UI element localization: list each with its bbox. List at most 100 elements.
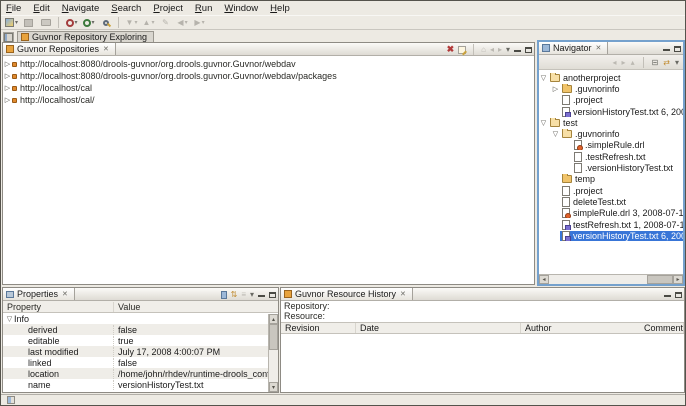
property-row[interactable]: last modified July 17, 2008 4:00:07 PM xyxy=(3,346,268,357)
forward-icon[interactable]: ▸ xyxy=(622,58,626,67)
navigator-tree-item[interactable]: .guvnorinfo xyxy=(539,128,683,139)
repository-tree-item[interactable]: http://localhost/cal/ xyxy=(3,94,534,106)
navigator-tree-item[interactable]: deleteTest.txt xyxy=(539,196,683,207)
navigator-tree-item[interactable]: .simpleRule.drl xyxy=(539,140,683,151)
menu-item[interactable]: Window xyxy=(224,3,258,14)
up-icon[interactable]: ▴ xyxy=(631,58,635,67)
history-column-header[interactable]: Comment xyxy=(640,323,684,333)
expand-arrow-icon[interactable] xyxy=(3,84,12,92)
back-icon[interactable]: ◂ xyxy=(490,45,494,54)
back-button[interactable]: ◀▾ xyxy=(175,16,190,29)
collapse-all-icon[interactable]: ⊟ xyxy=(652,58,659,67)
minimize-icon[interactable] xyxy=(514,47,521,52)
filter-icon[interactable]: ≡ xyxy=(241,290,246,299)
dropdown-arrow-icon[interactable]: ▾ xyxy=(92,19,95,26)
navigator-tree-item[interactable]: versionHistoryTest.txt 6, 2008-07-17T11:… xyxy=(539,106,683,117)
maximize-icon[interactable] xyxy=(269,292,276,298)
menu-item[interactable]: Navigate xyxy=(62,3,100,14)
property-row[interactable]: editable true xyxy=(3,335,268,346)
expand-arrow-icon[interactable] xyxy=(551,85,560,93)
navigator-tree-item[interactable]: temp xyxy=(539,174,683,185)
menu-item[interactable]: Edit xyxy=(33,3,49,14)
navigator-tree-item[interactable]: .project xyxy=(539,185,683,196)
expand-arrow-icon[interactable] xyxy=(3,72,12,80)
scroll-down-icon[interactable]: ▾ xyxy=(269,382,278,392)
save-button[interactable] xyxy=(21,16,36,29)
scroll-left-icon[interactable]: ◂ xyxy=(539,275,549,284)
history-column-header[interactable]: Revision xyxy=(281,323,356,333)
column-header-value[interactable]: Value xyxy=(113,302,278,312)
minimize-icon[interactable] xyxy=(663,46,670,51)
debug-button[interactable]: ▾ xyxy=(64,16,79,29)
last-edit-location-button[interactable]: ✎ xyxy=(158,16,173,29)
expand-arrow-icon[interactable] xyxy=(551,130,560,138)
home-icon[interactable] xyxy=(481,45,486,54)
repository-tree-item[interactable]: http://localhost:8080/drools-guvnor/org.… xyxy=(3,70,534,82)
repository-tree-item[interactable]: http://localhost:8080/drools-guvnor/org.… xyxy=(3,58,534,70)
property-row[interactable]: derived false xyxy=(3,324,268,335)
view-menu-icon[interactable]: ▾ xyxy=(506,45,510,54)
tab-navigator[interactable]: Navigator xyxy=(539,42,608,54)
view-menu-icon[interactable]: ▾ xyxy=(250,290,254,299)
expand-arrow-icon[interactable] xyxy=(539,119,548,127)
repository-tree-item[interactable]: http://localhost/cal xyxy=(3,82,534,94)
forward-icon[interactable]: ▸ xyxy=(498,45,502,54)
property-row[interactable]: name versionHistoryTest.txt xyxy=(3,379,268,390)
maximize-icon[interactable] xyxy=(674,46,681,52)
property-row[interactable]: location /home/john/rhdev/runtime-drools… xyxy=(3,368,268,379)
navigator-tree-item[interactable]: .project xyxy=(539,95,683,106)
maximize-icon[interactable] xyxy=(675,292,682,298)
menu-item[interactable]: Help xyxy=(270,3,290,14)
navigator-tree-item[interactable]: .testRefresh.txt xyxy=(539,151,683,162)
close-icon[interactable] xyxy=(596,44,602,52)
navigator-tree-item[interactable]: .guvnorinfo xyxy=(539,83,683,94)
scrollbar-thumb[interactable] xyxy=(269,324,278,350)
menu-item[interactable]: Search xyxy=(111,3,141,14)
close-icon[interactable] xyxy=(103,45,109,53)
menu-item[interactable]: Run xyxy=(195,3,212,14)
link-with-editor-icon[interactable]: ⇄ xyxy=(663,58,670,67)
scroll-up-icon[interactable]: ▴ xyxy=(269,314,278,324)
back-icon[interactable]: ◂ xyxy=(613,58,617,67)
open-perspective-button[interactable] xyxy=(3,32,14,43)
history-column-header[interactable]: Date xyxy=(356,323,521,333)
history-column-header[interactable]: Author xyxy=(521,323,640,333)
maximize-icon[interactable] xyxy=(525,47,532,53)
scrollbar-thumb[interactable] xyxy=(647,275,673,284)
close-icon[interactable] xyxy=(62,290,68,298)
close-icon[interactable] xyxy=(400,290,406,298)
tab-properties[interactable]: Properties xyxy=(3,288,75,300)
navigator-tree-item[interactable]: versionHistoryTest.txt 6, 2008-07-17T15 xyxy=(539,230,683,241)
minimize-icon[interactable] xyxy=(258,292,265,297)
navigator-tree-item[interactable]: test xyxy=(539,117,683,128)
dropdown-arrow-icon[interactable]: ▾ xyxy=(75,19,78,26)
property-row[interactable]: linked false xyxy=(3,357,268,368)
navigator-horizontal-scrollbar[interactable]: ◂ ▸ xyxy=(539,274,683,284)
view-menu-icon[interactable]: ▾ xyxy=(675,58,679,67)
menu-item[interactable]: Project xyxy=(153,3,183,14)
sort-icon[interactable]: ⇅ xyxy=(231,290,238,299)
property-row[interactable]: Info xyxy=(3,313,268,324)
print-button[interactable] xyxy=(38,16,53,29)
new-wizard-button[interactable]: ▾ xyxy=(4,16,19,29)
add-repository-icon[interactable] xyxy=(458,46,466,54)
navigator-tree-item[interactable]: simpleRule.drl 3, 2008-07-15T15:37:34 xyxy=(539,208,683,219)
properties-vertical-scrollbar[interactable]: ▴ ▾ xyxy=(268,314,278,392)
navigator-tree-item[interactable]: testRefresh.txt 1, 2008-07-16T15:15:21 xyxy=(539,219,683,230)
tab-guvnor-repositories[interactable]: Guvnor Repositories xyxy=(3,43,116,55)
navigator-tree-item[interactable]: anotherproject xyxy=(539,72,683,83)
expand-arrow-icon[interactable] xyxy=(3,60,12,68)
column-header-property[interactable]: Property xyxy=(3,302,113,312)
expand-arrow-icon[interactable] xyxy=(539,74,548,82)
tab-guvnor-resource-history[interactable]: Guvnor Resource History xyxy=(281,288,413,300)
expand-arrow-icon[interactable] xyxy=(5,315,14,323)
menu-item[interactable]: File xyxy=(6,3,21,14)
delete-repository-icon[interactable] xyxy=(447,44,455,55)
expand-arrow-icon[interactable] xyxy=(3,96,12,104)
navigator-tree-item[interactable]: .versionHistoryTest.txt xyxy=(539,162,683,173)
next-annotation-button[interactable]: ▼▾ xyxy=(124,16,139,29)
search-button[interactable] xyxy=(98,16,113,29)
previous-annotation-button[interactable]: ▲▾ xyxy=(141,16,156,29)
minimize-icon[interactable] xyxy=(664,292,671,297)
forward-button[interactable]: ▶▾ xyxy=(192,16,207,29)
